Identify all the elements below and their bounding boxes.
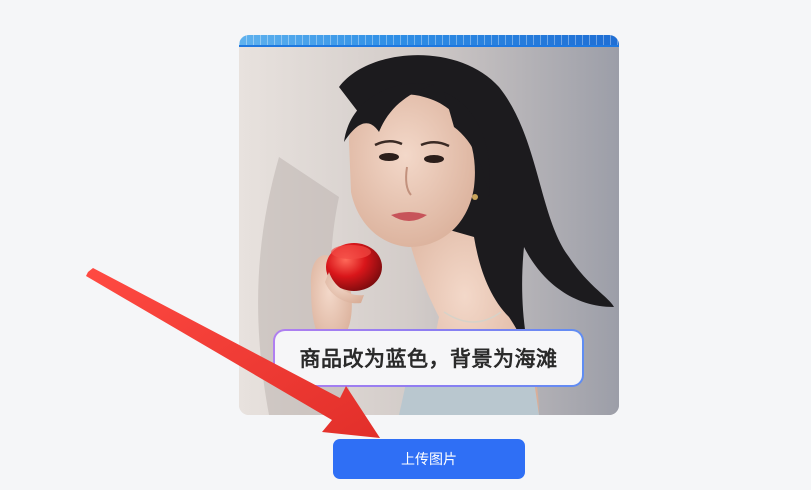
upload-page: 商品改为蓝色，背景为海滩 上传图片 <box>0 0 811 490</box>
upload-image-button[interactable]: 上传图片 <box>333 439 525 479</box>
prompt-text: 商品改为蓝色，背景为海滩 <box>299 347 558 371</box>
prompt-bubble-inner: 商品改为蓝色，背景为海滩 <box>275 331 582 385</box>
prompt-bubble: 商品改为蓝色，背景为海滩 <box>273 329 584 387</box>
card-header-strip <box>239 35 619 47</box>
